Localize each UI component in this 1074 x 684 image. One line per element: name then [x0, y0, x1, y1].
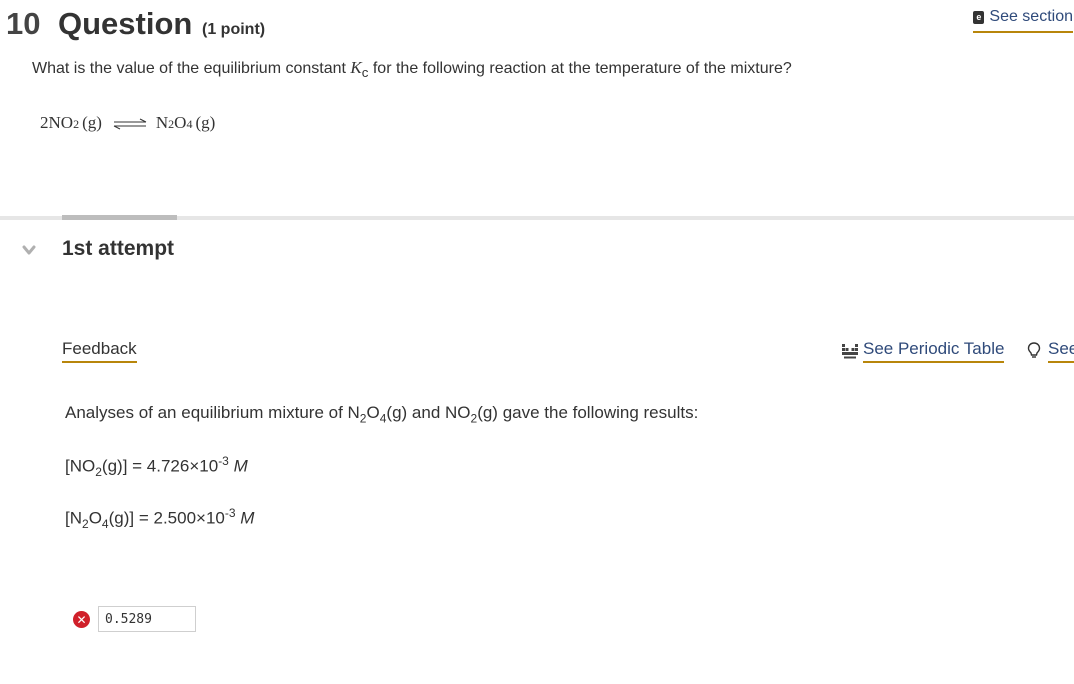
question-points: (1 point)	[202, 21, 266, 38]
see-section-label: See section	[989, 8, 1073, 25]
hint-label: See Hint	[1048, 339, 1074, 363]
see-section-link[interactable]: e See section	[973, 8, 1073, 33]
reaction-equation: 2NO 2 (g) N 2 O 4 (g)	[40, 113, 216, 132]
k-symbol: K	[350, 58, 362, 77]
analysis-text: Analyses of an equilibrium mixture of N2…	[65, 403, 699, 426]
periodic-table-icon	[842, 344, 858, 359]
question-label: Question	[58, 6, 193, 41]
see-periodic-table-link[interactable]: See Periodic Table	[842, 339, 1005, 363]
see-hint-link[interactable]: See Hint	[1027, 339, 1074, 363]
answer-field[interactable]: 0.5289	[98, 606, 196, 632]
n2o4-concentration: [N2O4(g)] = 2.500×10-3 M	[65, 506, 255, 532]
periodic-table-label: See Periodic Table	[863, 339, 1005, 363]
chevron-down-icon[interactable]	[22, 243, 36, 257]
attempt-tab-indicator	[62, 215, 177, 220]
ebook-icon: e	[973, 10, 985, 24]
lightbulb-icon	[1027, 342, 1041, 358]
incorrect-x-icon: ✕	[73, 611, 90, 628]
question-number: 10	[6, 6, 41, 41]
no2-concentration: [NO2(g)] = 4.726×10-3 M	[65, 454, 248, 480]
question-page: 10 Question (1 point) e See section What…	[0, 0, 1074, 684]
equilibrium-arrow-icon	[113, 118, 147, 130]
attempt-title: 1st attempt	[62, 237, 175, 260]
feedback-link[interactable]: Feedback	[62, 339, 137, 363]
question-prompt: What is the value of the equilibrium con…	[32, 58, 792, 81]
